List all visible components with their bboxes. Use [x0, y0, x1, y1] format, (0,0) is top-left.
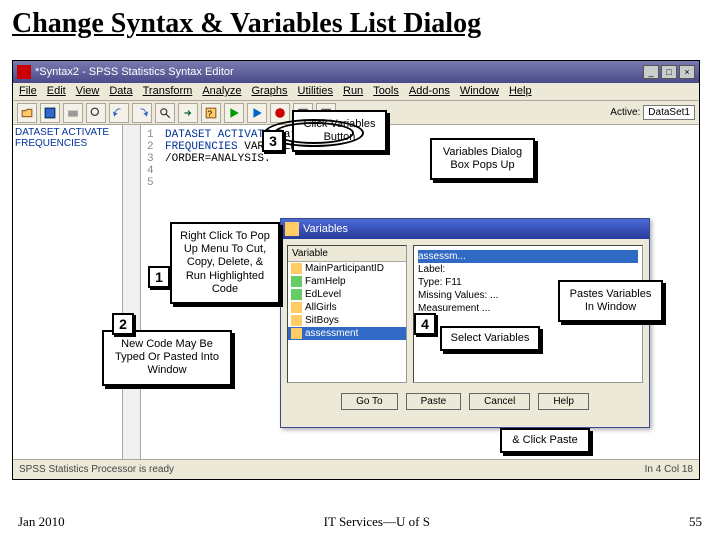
spss-icon — [17, 65, 31, 79]
run-icon[interactable] — [224, 103, 244, 123]
close-button[interactable]: × — [679, 65, 695, 79]
list-item-selected: assessment — [288, 327, 406, 340]
active-label: Active: — [610, 107, 640, 118]
variables-dialog: Variables Variable MainParticipantID Fam… — [280, 218, 650, 428]
step-1: 1 — [148, 266, 170, 288]
footer: Jan 2010 IT Services—U of S 55 — [0, 514, 720, 530]
footer-page: 55 — [689, 514, 702, 530]
menu-edit[interactable]: Edit — [47, 85, 66, 98]
goto-button[interactable]: Go To — [341, 393, 398, 410]
menu-transform[interactable]: Transform — [143, 85, 193, 98]
save-icon[interactable] — [40, 103, 60, 123]
maximize-button[interactable]: □ — [661, 65, 677, 79]
step-2: 2 — [112, 313, 134, 335]
menu-graphs[interactable]: Graphs — [251, 85, 287, 98]
variable-list[interactable]: Variable MainParticipantID FamHelp EdLev… — [287, 245, 407, 383]
list-item: AllGirls — [288, 301, 406, 314]
callout-new-code: New Code May Be Typed Or Pasted Into Win… — [102, 330, 232, 386]
svg-text:?: ? — [207, 108, 212, 118]
nav-item[interactable]: FREQUENCIES — [15, 138, 120, 149]
variables-titlebar: Variables — [281, 219, 649, 239]
menu-addons[interactable]: Add-ons — [409, 85, 450, 98]
list-item: SitBoys — [288, 314, 406, 327]
variables-dialog-title: Variables — [303, 223, 348, 235]
menu-analyze[interactable]: Analyze — [202, 85, 241, 98]
status-text: SPSS Statistics Processor is ready — [19, 464, 635, 475]
menu-view[interactable]: View — [76, 85, 100, 98]
menu-file[interactable]: File — [19, 85, 37, 98]
titlebar: *Syntax2 - SPSS Statistics Syntax Editor… — [13, 61, 699, 83]
callout-pastes-vars: Pastes Variables In Window — [558, 280, 663, 322]
window-title: *Syntax2 - SPSS Statistics Syntax Editor — [35, 66, 234, 78]
preview-icon[interactable] — [86, 103, 106, 123]
callout-right-click: Right Click To Pop Up Menu To Cut, Copy,… — [170, 222, 280, 304]
statusbar: SPSS Statistics Processor is ready In 4 … — [13, 459, 699, 479]
callout-dialog-pops: Variables Dialog Box Pops Up — [430, 138, 535, 180]
menu-run[interactable]: Run — [343, 85, 363, 98]
list-item: FamHelp — [288, 275, 406, 288]
menu-utilities[interactable]: Utilities — [298, 85, 333, 98]
step-4: 4 — [414, 313, 436, 335]
prop-label-value: Label: — [418, 263, 638, 276]
menubar: File Edit View Data Transform Analyze Gr… — [13, 83, 699, 101]
open-icon[interactable] — [17, 103, 37, 123]
footer-date: Jan 2010 — [18, 514, 65, 530]
undo-icon[interactable] — [109, 103, 129, 123]
active-dataset[interactable]: DataSet1 — [643, 105, 695, 120]
goto-icon[interactable] — [178, 103, 198, 123]
run-sel-icon[interactable] — [247, 103, 267, 123]
list-item: MainParticipantID — [288, 262, 406, 275]
callout-select-vars: Select Variables — [440, 326, 540, 351]
help-button[interactable]: Help — [538, 393, 589, 410]
nav-item[interactable]: DATASET ACTIVATE — [15, 127, 120, 138]
redo-icon[interactable] — [132, 103, 152, 123]
find-icon[interactable] — [155, 103, 175, 123]
stop-icon[interactable] — [270, 103, 290, 123]
step-3: 3 — [262, 130, 284, 152]
cursor-pos: In 4 Col 18 — [645, 464, 693, 475]
prop-label: assessm... — [418, 250, 638, 263]
paste-button[interactable]: Paste — [406, 393, 462, 410]
menu-data[interactable]: Data — [109, 85, 132, 98]
slide-title: Change Syntax & Variables List Dialog — [0, 0, 720, 44]
cancel-button[interactable]: Cancel — [469, 393, 530, 410]
print-icon[interactable] — [63, 103, 83, 123]
menu-tools[interactable]: Tools — [373, 85, 399, 98]
footer-org: IT Services—U of S — [324, 514, 430, 530]
menu-help[interactable]: Help — [509, 85, 532, 98]
variables-dialog-icon — [285, 222, 299, 236]
callout-click-variables: Click Variables Button — [292, 110, 387, 152]
variables-icon[interactable]: ? — [201, 103, 221, 123]
variable-list-header: Variable — [288, 246, 406, 262]
callout-click-paste: & Click Paste — [500, 428, 590, 453]
list-item: EdLevel — [288, 288, 406, 301]
minimize-button[interactable]: _ — [643, 65, 659, 79]
gutter-strip — [123, 125, 141, 459]
menu-window[interactable]: Window — [460, 85, 499, 98]
command-nav[interactable]: DATASET ACTIVATE FREQUENCIES — [13, 125, 123, 459]
